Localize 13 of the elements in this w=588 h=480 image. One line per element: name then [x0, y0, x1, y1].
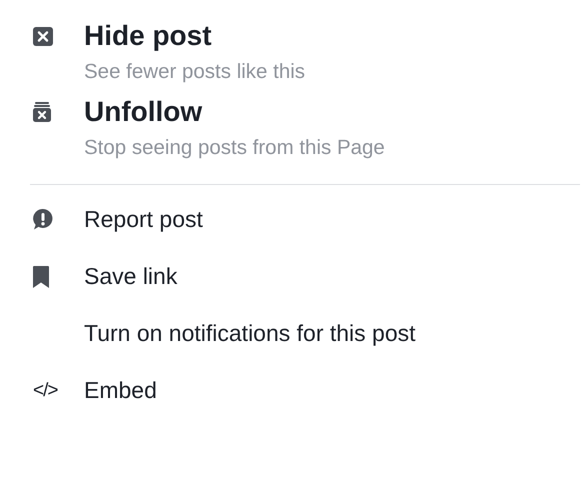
- menu-item[interactable]: Save link: [84, 263, 178, 290]
- menu-item-description: Stop seeing posts from this Page: [83, 136, 386, 160]
- close-icon: [33, 26, 53, 46]
- menu-item-description: See fewer posts like this: [83, 60, 306, 84]
- box-x-icon: [33, 102, 51, 122]
- menu-item[interactable]: Embed: [84, 377, 157, 404]
- exclamation-icon: [33, 209, 53, 230]
- menu-item-title[interactable]: Hide post: [84, 20, 212, 52]
- menu-item[interactable]: Report post: [84, 206, 203, 233]
- bookmark-icon: [33, 266, 49, 288]
- code-icon: </>: [33, 380, 58, 402]
- menu-item-title[interactable]: Unfollow: [84, 96, 202, 128]
- menu-item[interactable]: Turn on notifications for this post: [84, 320, 416, 347]
